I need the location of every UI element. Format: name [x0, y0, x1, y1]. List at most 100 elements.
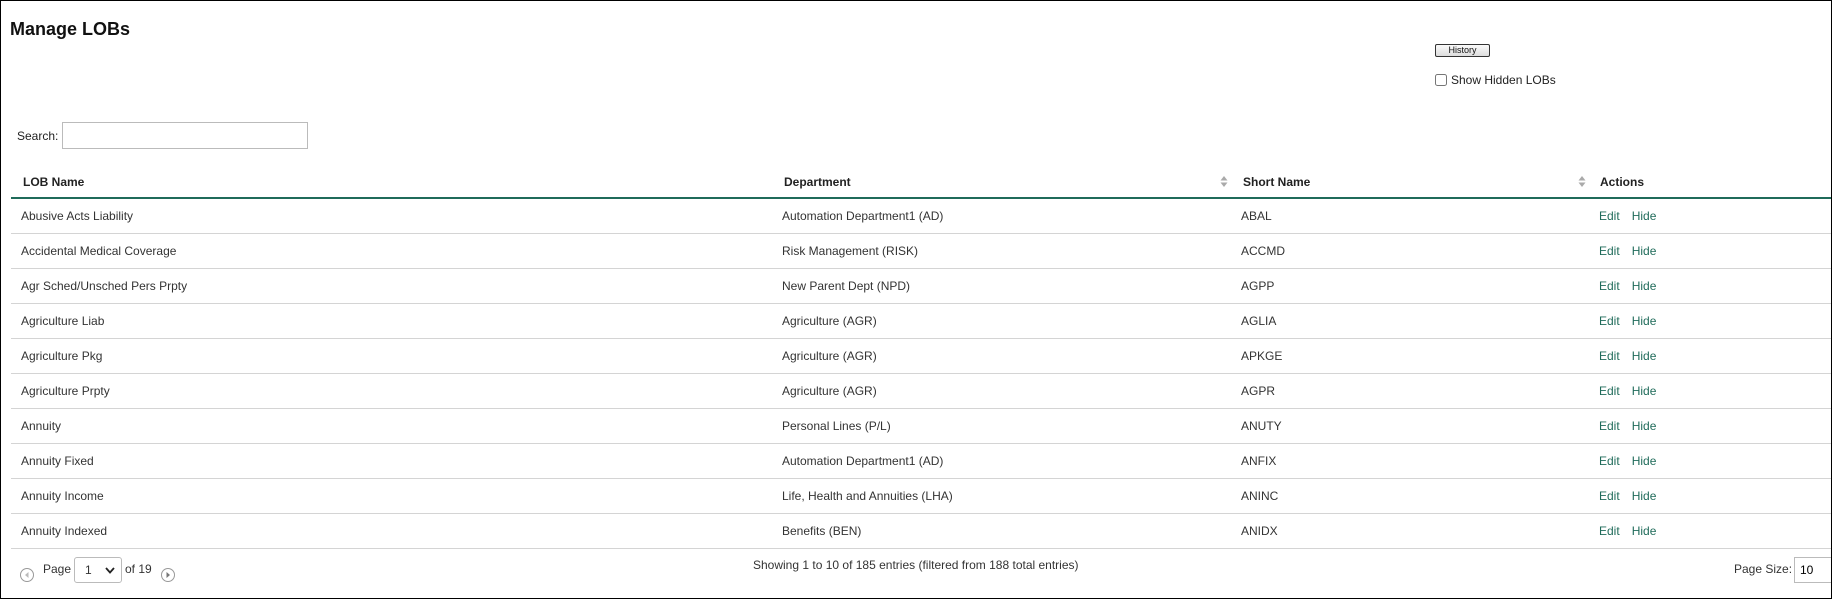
department-cell: Risk Management (RISK) — [782, 244, 919, 258]
table-header: LOB Name Department Short Name Actions — [11, 167, 1831, 199]
lob-name-cell: Accidental Medical Coverage — [21, 244, 177, 258]
department-cell: Agriculture (AGR) — [782, 384, 877, 398]
column-header-actions: Actions — [1600, 175, 1645, 189]
show-hidden-toggle[interactable]: Show Hidden LOBs — [1435, 73, 1556, 87]
lob-name-cell: Annuity — [21, 419, 62, 433]
hide-link[interactable]: Hide — [1632, 524, 1657, 538]
short-name-cell: ANIDX — [1241, 524, 1278, 538]
table-row: Annuity Personal Lines (P/L) ANUTY Edit H… — [11, 409, 1831, 444]
department-cell: Automation Department1 (AD) — [782, 454, 944, 468]
actions-cell: Edit Hide — [1599, 339, 1656, 373]
page-size-input[interactable] — [1794, 557, 1831, 583]
department-cell: Agriculture (AGR) — [782, 349, 877, 363]
actions-cell: Edit Hide — [1599, 374, 1656, 408]
show-hidden-checkbox[interactable] — [1435, 74, 1447, 86]
department-cell: Personal Lines (P/L) — [782, 419, 891, 433]
actions-cell: Edit Hide — [1599, 199, 1656, 233]
chevron-down-icon — [105, 567, 115, 574]
short-name-cell: AGLIA — [1241, 314, 1277, 328]
edit-link[interactable]: Edit — [1599, 419, 1620, 433]
edit-link[interactable]: Edit — [1599, 244, 1620, 258]
hide-link[interactable]: Hide — [1632, 314, 1657, 328]
column-header-lob-name[interactable]: LOB Name — [23, 167, 84, 197]
history-button[interactable]: History — [1435, 44, 1490, 57]
lob-name-cell: Agriculture Prpty — [21, 384, 110, 398]
search-row: Search: — [17, 122, 309, 149]
hide-link[interactable]: Hide — [1632, 279, 1657, 293]
next-page-button[interactable] — [161, 568, 175, 582]
edit-link[interactable]: Edit — [1599, 454, 1620, 468]
hide-link[interactable]: Hide — [1632, 489, 1657, 503]
edit-link[interactable]: Edit — [1599, 209, 1620, 223]
hide-link[interactable]: Hide — [1632, 209, 1657, 223]
edit-link[interactable]: Edit — [1599, 279, 1620, 293]
prev-page-button[interactable] — [20, 568, 34, 582]
edit-link[interactable]: Edit — [1599, 524, 1620, 538]
page-count-label: of 19 — [125, 562, 152, 576]
actions-cell: Edit Hide — [1599, 514, 1656, 548]
column-header-short-name[interactable]: Short Name — [1243, 167, 1310, 197]
actions-cell: Edit Hide — [1599, 444, 1656, 478]
lob-name-cell: Agriculture Pkg — [21, 349, 103, 363]
show-hidden-label: Show Hidden LOBs — [1451, 73, 1556, 87]
page-select-value: 1 — [85, 563, 92, 577]
actions-cell: Edit Hide — [1599, 479, 1656, 513]
hide-link[interactable]: Hide — [1632, 419, 1657, 433]
table-row: Agriculture Pkg Agriculture (AGR) APKGE … — [11, 339, 1831, 374]
hide-link[interactable]: Hide — [1632, 244, 1657, 258]
table-row: Annuity Indexed Benefits (BEN) ANIDX Edi… — [11, 514, 1831, 549]
page-select[interactable]: 1 — [74, 557, 122, 583]
short-name-cell: ANFIX — [1241, 454, 1277, 468]
actions-cell: Edit Hide — [1599, 269, 1656, 303]
lob-name-cell: Annuity Fixed — [21, 454, 94, 468]
pagination-bar: Page 1 of 19 Showing 1 to 10 of 185 entr… — [11, 552, 1831, 586]
short-name-cell: ABAL — [1241, 209, 1272, 223]
lob-name-cell: Agriculture Liab — [21, 314, 105, 328]
hide-link[interactable]: Hide — [1632, 384, 1657, 398]
actions-cell: Edit Hide — [1599, 409, 1656, 443]
search-label: Search: — [17, 128, 59, 143]
lob-name-cell: Abusive Acts Liability — [21, 209, 134, 223]
search-input[interactable] — [62, 122, 309, 149]
actions-cell: Edit Hide — [1599, 304, 1656, 338]
department-cell: New Parent Dept (NPD) — [782, 279, 911, 293]
manage-lobs-page: Manage LOBs History Show Hidden LOBs Sea… — [0, 0, 1832, 599]
sort-icon[interactable] — [1220, 175, 1228, 188]
hide-link[interactable]: Hide — [1632, 349, 1657, 363]
table-row: Annuity Income Life, Health and Annuitie… — [11, 479, 1831, 514]
page-size-label: Page Size: — [1734, 562, 1793, 576]
chevron-right-icon — [166, 572, 170, 578]
short-name-cell: AGPR — [1241, 384, 1276, 398]
lob-name-cell: Agr Sched/Unsched Pers Prpty — [21, 279, 188, 293]
lob-table: LOB Name Department Short Name Actions A… — [11, 167, 1831, 549]
table-row: Annuity Fixed Automation Department1 (AD… — [11, 444, 1831, 479]
edit-link[interactable]: Edit — [1599, 349, 1620, 363]
column-header-department[interactable]: Department — [784, 167, 851, 197]
short-name-cell: APKGE — [1241, 349, 1283, 363]
short-name-cell: ANINC — [1241, 489, 1279, 503]
lob-name-cell: Annuity Indexed — [21, 524, 108, 538]
edit-link[interactable]: Edit — [1599, 314, 1620, 328]
table-row: Accidental Medical Coverage Risk Managem… — [11, 234, 1831, 269]
page-label: Page — [43, 562, 72, 576]
department-cell: Automation Department1 (AD) — [782, 209, 944, 223]
page-title: Manage LOBs — [10, 19, 131, 39]
department-cell: Benefits (BEN) — [782, 524, 862, 538]
table-row: Agriculture Liab Agriculture (AGR) AGLIA… — [11, 304, 1831, 339]
entries-info: Showing 1 to 10 of 185 entries (filtered… — [753, 558, 1079, 572]
table-row: Agriculture Prpty Agriculture (AGR) AGPR… — [11, 374, 1831, 409]
table-row: Agr Sched/Unsched Pers Prpty New Parent … — [11, 269, 1831, 304]
department-cell: Life, Health and Annuities (LHA) — [782, 489, 953, 503]
short-name-cell: ANUTY — [1241, 419, 1282, 433]
table-row: Abusive Acts Liability Automation Depart… — [11, 199, 1831, 234]
sort-icon[interactable] — [1578, 175, 1586, 188]
edit-link[interactable]: Edit — [1599, 489, 1620, 503]
edit-link[interactable]: Edit — [1599, 384, 1620, 398]
hide-link[interactable]: Hide — [1632, 454, 1657, 468]
lob-name-cell: Annuity Income — [21, 489, 104, 503]
short-name-cell: ACCMD — [1241, 244, 1285, 258]
short-name-cell: AGPP — [1241, 279, 1275, 293]
department-cell: Agriculture (AGR) — [782, 314, 877, 328]
chevron-left-icon — [25, 572, 29, 578]
actions-cell: Edit Hide — [1599, 234, 1656, 268]
